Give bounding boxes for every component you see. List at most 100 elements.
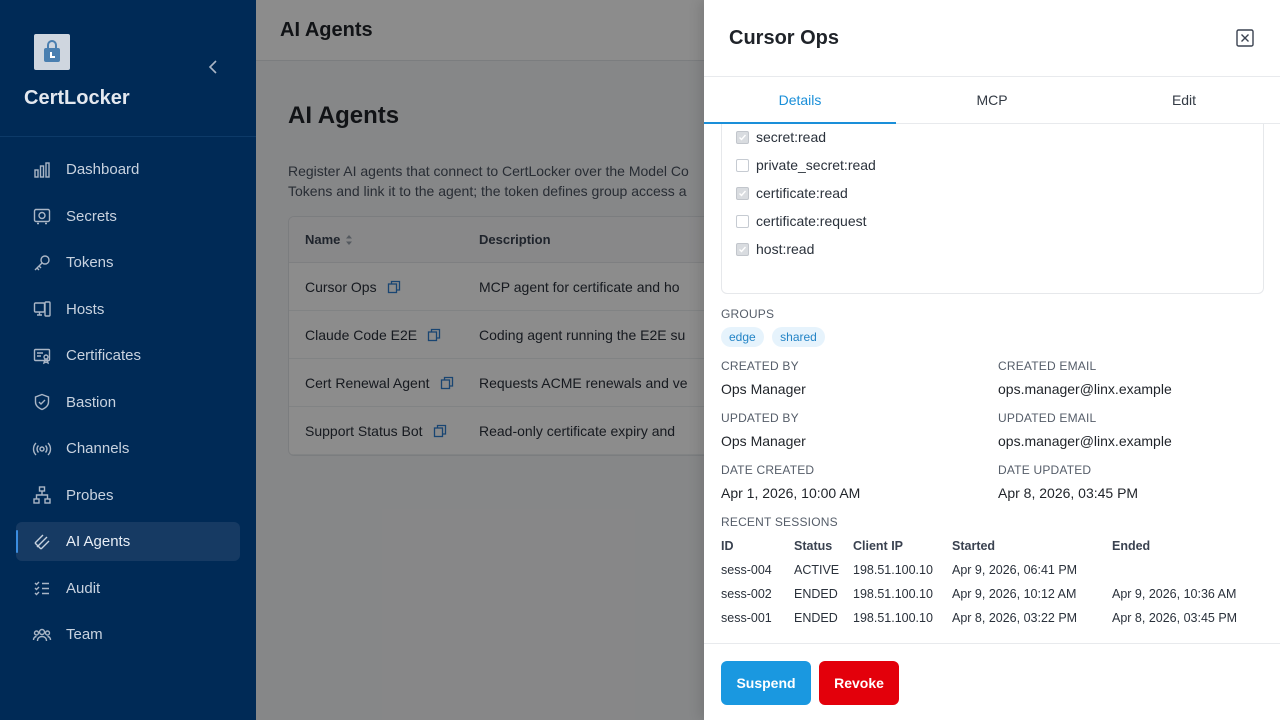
server-icon xyxy=(32,299,52,319)
permission-item: private_secret:read xyxy=(736,157,876,173)
agent-detail-drawer: Cursor Ops Details MCP Edit secret:read … xyxy=(704,0,1280,720)
drawer-tabs: Details MCP Edit xyxy=(704,77,1280,124)
permission-item: certificate:read xyxy=(736,185,848,201)
sidebar-item-probes[interactable]: Probes xyxy=(16,476,240,515)
checkbox-unchecked xyxy=(736,158,749,172)
permission-item: secret:read xyxy=(736,129,826,145)
session-client-ip: 198.51.100.10 xyxy=(853,587,933,601)
check-icon xyxy=(739,134,747,141)
permission-label: private_secret:read xyxy=(756,157,876,173)
sessions-col-status: Status xyxy=(794,539,833,553)
sidebar-item-secrets[interactable]: Secrets xyxy=(16,197,240,236)
session-status: ENDED xyxy=(794,611,838,625)
close-button[interactable] xyxy=(1236,29,1254,47)
collapse-sidebar-button[interactable] xyxy=(203,57,223,77)
permission-label: host:read xyxy=(756,241,815,257)
checkbox-checked xyxy=(736,186,749,200)
check-icon xyxy=(739,246,747,253)
sidebar: CertLocker Dashboard Secrets Tokens Host… xyxy=(0,0,256,720)
groups-tags: edge shared xyxy=(721,327,829,347)
sidebar-item-label: Tokens xyxy=(66,254,114,271)
session-ended: Apr 9, 2026, 10:36 AM xyxy=(1112,587,1237,601)
chevron-left-icon xyxy=(208,60,217,74)
session-client-ip: 198.51.100.10 xyxy=(853,563,933,577)
session-ended: Apr 8, 2026, 03:45 PM xyxy=(1112,611,1238,625)
sidebar-item-label: Channels xyxy=(66,440,130,457)
sidebar-item-label: Dashboard xyxy=(66,161,140,178)
certlocker-logo[interactable] xyxy=(34,34,70,70)
brand-name: CertLocker xyxy=(24,87,130,109)
session-id: sess-002 xyxy=(721,587,772,601)
tab-edit[interactable]: Edit xyxy=(1088,77,1280,123)
checkbox-unchecked xyxy=(736,214,749,228)
tab-details[interactable]: Details xyxy=(704,77,896,124)
session-status: ENDED xyxy=(794,587,838,601)
suspend-button[interactable]: Suspend xyxy=(721,661,811,705)
close-icon xyxy=(1236,29,1254,47)
permission-label: certificate:read xyxy=(756,185,848,201)
shield-icon xyxy=(32,392,52,412)
session-started: Apr 9, 2026, 10:12 AM xyxy=(952,587,1077,601)
checkbox-checked xyxy=(736,242,749,256)
date-created-label: DATE CREATED xyxy=(721,463,815,477)
sidebar-item-label: Certificates xyxy=(66,347,142,364)
created-email-label: CREATED EMAIL xyxy=(998,359,1097,373)
bar-chart-icon xyxy=(32,160,52,180)
sidebar-item-audit[interactable]: Audit xyxy=(16,569,240,608)
sidebar-nav: Dashboard Secrets Tokens Hosts Certifica… xyxy=(16,150,240,662)
sessions-col-ended: Ended xyxy=(1112,539,1151,553)
sidebar-item-team[interactable]: Team xyxy=(16,615,240,654)
check-icon xyxy=(739,190,747,197)
sessions-col-started: Started xyxy=(952,539,996,553)
permission-label: certificate:request xyxy=(756,213,867,229)
revoke-button[interactable]: Revoke xyxy=(819,661,899,705)
session-started: Apr 9, 2026, 06:41 PM xyxy=(952,563,1078,577)
certificate-icon xyxy=(32,346,52,366)
checklist-icon xyxy=(32,578,52,598)
sidebar-item-channels[interactable]: Channels xyxy=(16,429,240,468)
sidebar-item-label: Audit xyxy=(66,579,101,597)
sidebar-item-label: Secrets xyxy=(66,207,117,225)
permissions-list: secret:read private_secret:read certific… xyxy=(721,124,1264,294)
team-icon xyxy=(32,625,52,645)
date-created-value: Apr 1, 2026, 10:00 AM xyxy=(721,485,861,501)
sidebar-item-certificates[interactable]: Certificates xyxy=(16,336,240,375)
sidebar-item-label: Team xyxy=(66,626,103,643)
sessions-col-id: ID xyxy=(721,539,734,553)
session-id: sess-004 xyxy=(721,563,772,577)
session-status: ACTIVE xyxy=(794,563,840,577)
sessions-col-client-ip: Client IP xyxy=(853,539,904,553)
ai-agent-icon xyxy=(32,532,52,552)
groups-label: GROUPS xyxy=(721,307,775,321)
updated-by-label: UPDATED BY xyxy=(721,411,799,425)
sidebar-item-dashboard[interactable]: Dashboard xyxy=(16,150,240,189)
network-icon xyxy=(32,485,52,505)
updated-email-label: UPDATED EMAIL xyxy=(998,411,1097,425)
drawer-body[interactable]: secret:read private_secret:read certific… xyxy=(704,124,1280,643)
created-email-value: ops.manager@linx.example xyxy=(998,381,1172,397)
session-client-ip: 198.51.100.10 xyxy=(853,611,933,625)
updated-email-value: ops.manager@linx.example xyxy=(998,433,1172,449)
permission-label: secret:read xyxy=(756,129,827,145)
tab-mcp[interactable]: MCP xyxy=(896,77,1088,123)
date-updated-label: DATE UPDATED xyxy=(998,463,1092,477)
sidebar-item-ai-agents[interactable]: AI Agents xyxy=(16,522,240,561)
sidebar-item-hosts[interactable]: Hosts xyxy=(16,290,240,329)
sidebar-item-label: Bastion xyxy=(66,393,117,411)
sidebar-item-tokens[interactable]: Tokens xyxy=(16,243,240,282)
recent-sessions-label: RECENT SESSIONS xyxy=(721,515,838,529)
drawer-title: Cursor Ops xyxy=(729,26,840,49)
vault-icon xyxy=(32,206,52,226)
drawer-header: Cursor Ops xyxy=(704,0,1280,77)
sidebar-item-label: AI Agents xyxy=(66,533,131,550)
date-updated-value: Apr 8, 2026, 03:45 PM xyxy=(998,485,1139,501)
broadcast-icon xyxy=(32,439,52,459)
sidebar-divider xyxy=(0,136,256,137)
checkbox-checked xyxy=(736,130,749,144)
group-tag: edge xyxy=(721,327,764,347)
permission-item: host:read xyxy=(736,241,814,257)
created-by-label: CREATED BY xyxy=(721,359,799,373)
sidebar-item-label: Probes xyxy=(66,486,114,504)
updated-by-value: Ops Manager xyxy=(721,433,806,449)
sidebar-item-bastion[interactable]: Bastion xyxy=(16,383,240,422)
